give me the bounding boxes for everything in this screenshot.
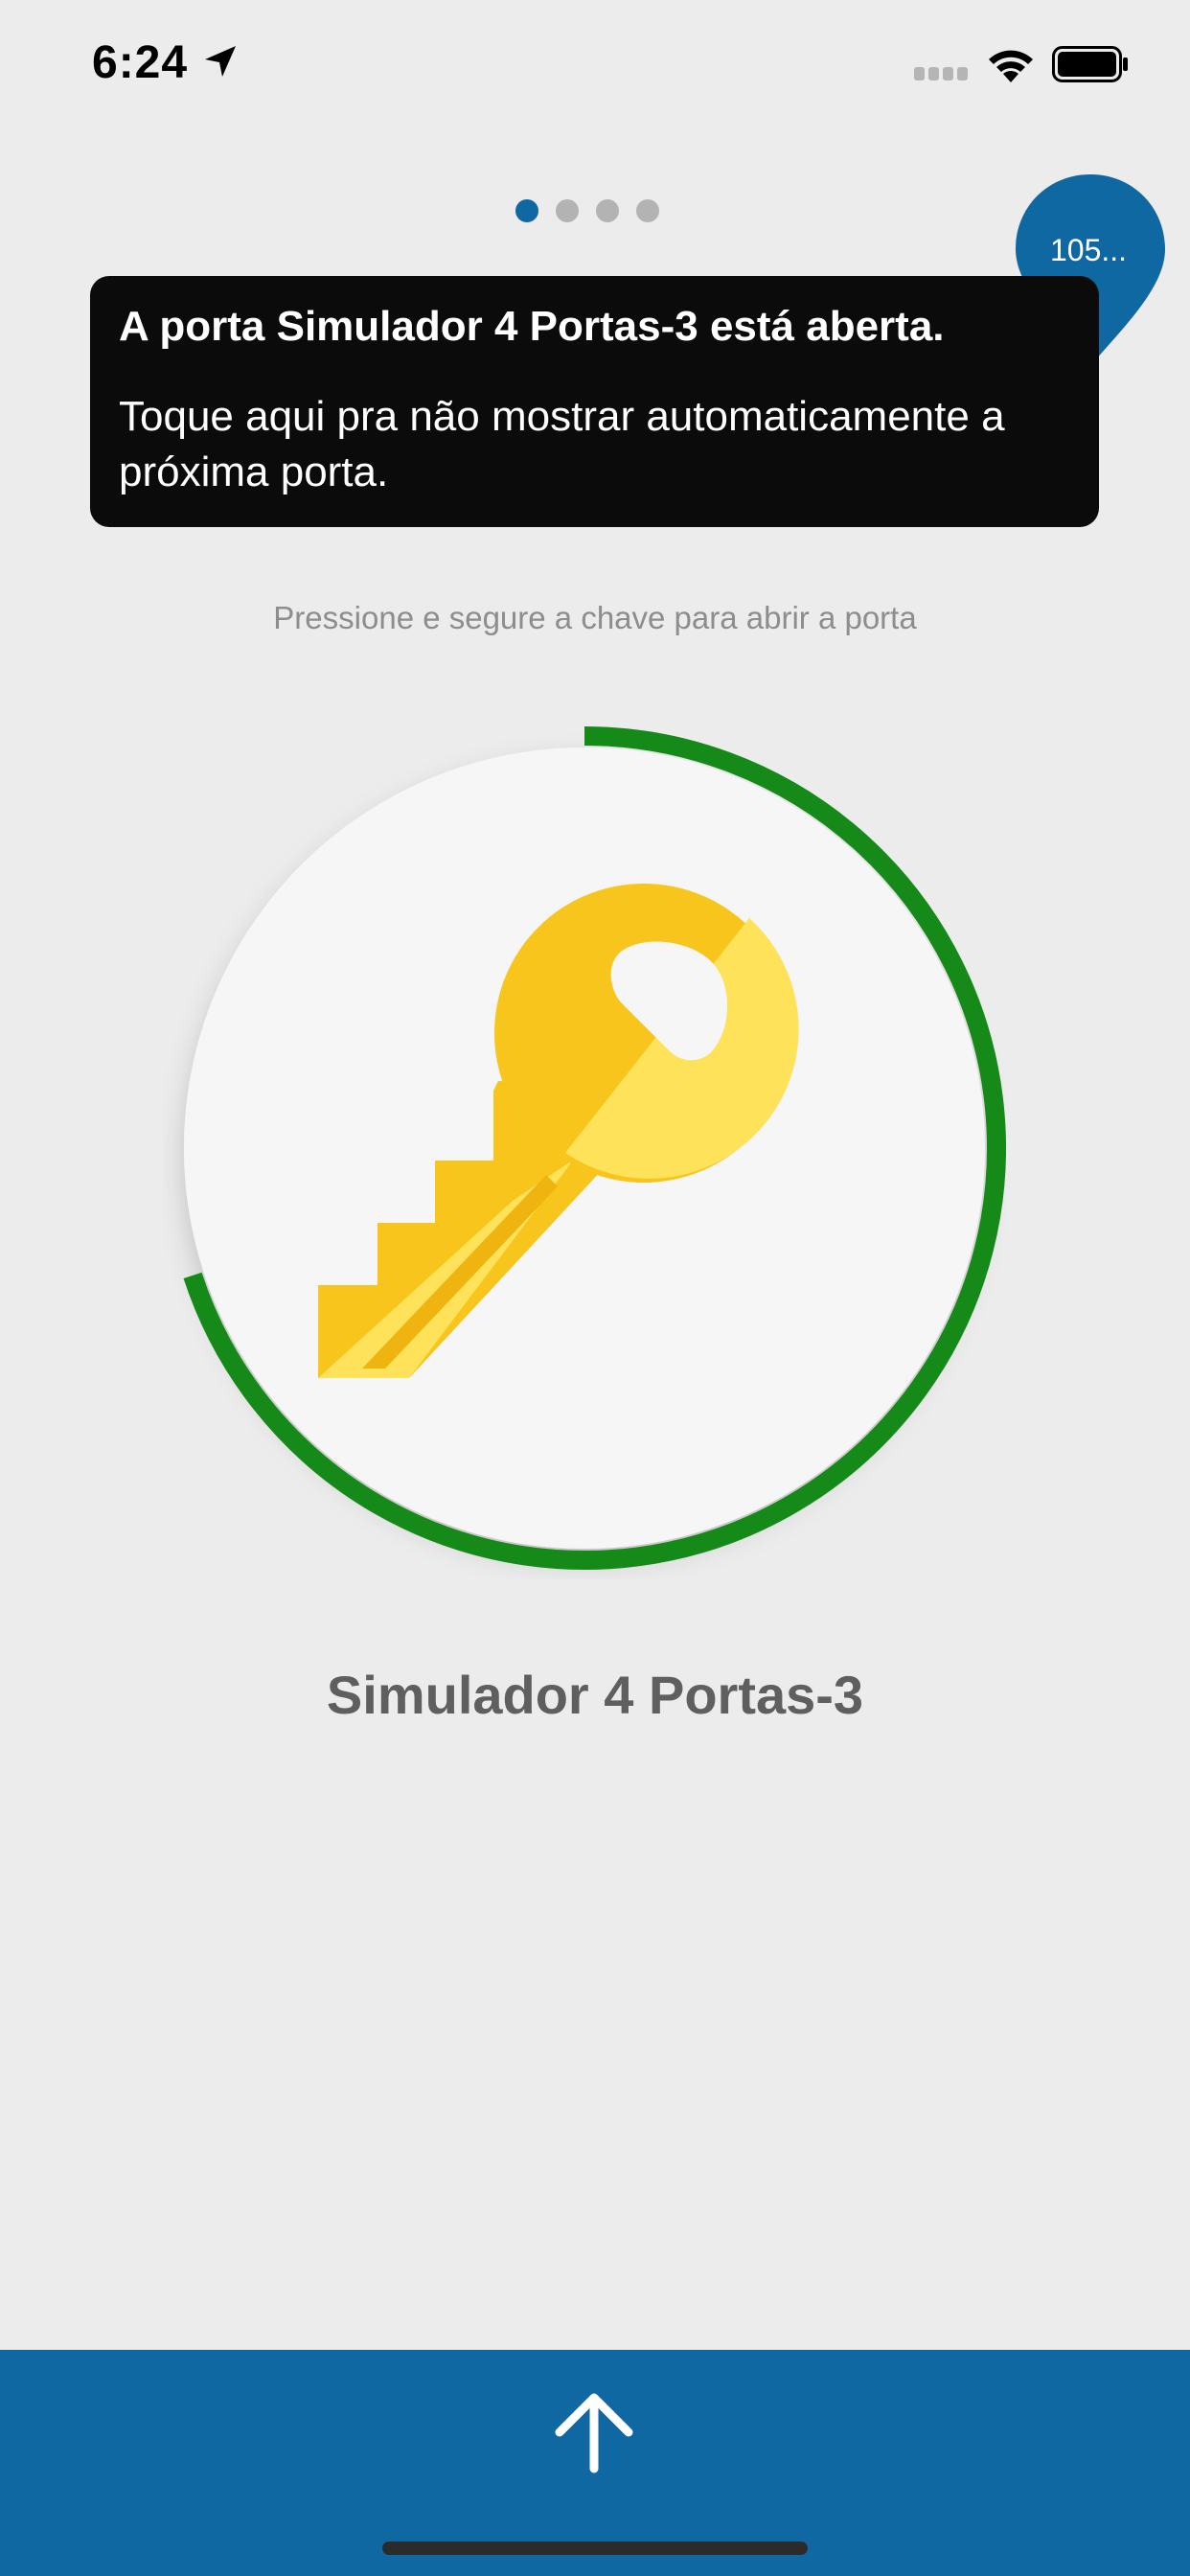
door-name: Simulador 4 Portas-3 — [326, 1665, 864, 1725]
toast-title: A porta Simulador 4 Portas-3 está aberta… — [119, 303, 945, 350]
battery-icon — [1052, 46, 1128, 82]
map-pin-label: 105... — [1049, 233, 1128, 267]
bottom-bar — [0, 2350, 1190, 2576]
toast-message: Toque aqui pra não mostrar automaticamen… — [119, 393, 1005, 495]
page-dot — [556, 199, 579, 222]
arrow-up-icon[interactable] — [548, 2386, 640, 2478]
status-bar: 6:24 — [0, 0, 1190, 134]
signal-icon — [914, 67, 968, 80]
page-indicator — [515, 199, 669, 224]
door-open-toast[interactable]: A porta Simulador 4 Portas-3 está aberta… — [90, 276, 1099, 527]
page-dot — [596, 199, 619, 222]
page-dot — [636, 199, 659, 222]
location-arrow-icon — [205, 46, 236, 77]
home-indicator — [382, 2542, 808, 2555]
page-dot — [515, 199, 538, 222]
wifi-icon — [989, 50, 1033, 82]
unlock-key-button[interactable] — [163, 717, 1006, 1579]
status-time: 6:24 — [92, 37, 189, 88]
instruction-text: Pressione e segure a chave para abrir a … — [273, 600, 917, 635]
